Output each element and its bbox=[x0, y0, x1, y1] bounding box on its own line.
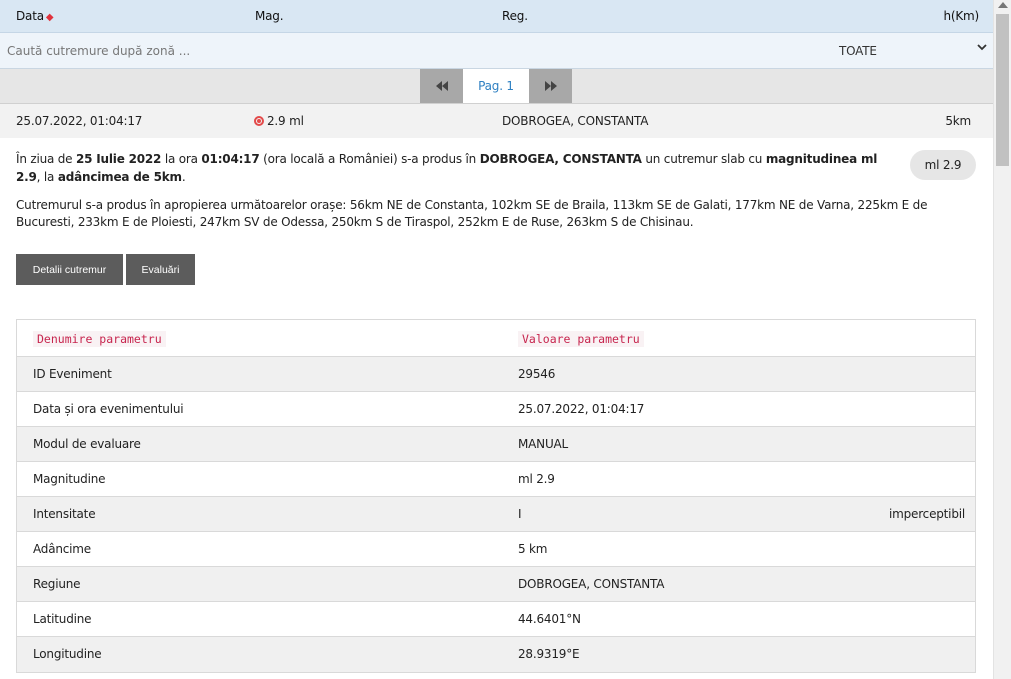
table-row: Regiune DOBROGEA, CONSTANTA bbox=[17, 567, 975, 602]
depth-column-label[interactable]: h(Km) bbox=[943, 9, 979, 23]
table-row: Latitudine 44.6401°N bbox=[17, 602, 975, 637]
table-header: Denumire parametru Valoare parametru bbox=[17, 320, 975, 357]
table-row: Intensitate I imperceptibil bbox=[17, 497, 975, 532]
event-depth: 5km bbox=[945, 114, 971, 128]
event-date: 25.07.2022, 01:04:17 bbox=[16, 114, 143, 128]
current-page-label: Pag. 1 bbox=[463, 69, 529, 103]
table-row: Modul de evaluare MANUAL bbox=[17, 427, 975, 462]
parameters-table: Denumire parametru Valoare parametru ID … bbox=[16, 319, 976, 673]
param-name: Magnitudine bbox=[33, 472, 106, 486]
param-name: ID Eveniment bbox=[33, 367, 112, 381]
zone-filter-value: TOATE bbox=[839, 44, 877, 58]
event-details: În ziua de 25 Iulie 2022 la ora 01:04:17… bbox=[16, 150, 976, 285]
event-summary: În ziua de 25 Iulie 2022 la ora 01:04:17… bbox=[16, 150, 901, 186]
pagination: Pag. 1 bbox=[420, 69, 572, 103]
date-column-label: Data bbox=[16, 9, 44, 23]
param-value: DOBROGEA, CONSTANTA bbox=[518, 577, 665, 591]
param-value: ml 2.9 bbox=[518, 472, 555, 486]
scroll-up-arrow-icon[interactable] bbox=[998, 2, 1008, 8]
param-name: Intensitate bbox=[33, 507, 96, 521]
prev-page-button[interactable] bbox=[420, 69, 463, 103]
param-value: MANUAL bbox=[518, 437, 569, 451]
param-value: 5 km bbox=[518, 542, 548, 556]
param-name: Modul de evaluare bbox=[33, 437, 141, 451]
summary-depth: adâncimea de 5km bbox=[57, 170, 182, 184]
search-bar: TOATE bbox=[0, 33, 993, 69]
double-right-arrow-icon bbox=[544, 81, 557, 91]
zone-search-input[interactable] bbox=[0, 33, 700, 68]
param-value: 44.6401°N bbox=[518, 612, 581, 626]
summary-region: DOBROGEA, CONSTANTA bbox=[479, 152, 642, 166]
magnitude-column-label[interactable]: Mag. bbox=[255, 9, 284, 23]
param-name: Data și ora evenimentului bbox=[33, 402, 184, 416]
event-row[interactable]: 25.07.2022, 01:04:17 2.9 ml DOBROGEA, CO… bbox=[0, 104, 993, 138]
param-value: 25.07.2022, 01:04:17 bbox=[518, 402, 645, 416]
list-header: Data ◆ Mag. Reg. h(Km) bbox=[0, 0, 993, 33]
table-row: Magnitudine ml 2.9 bbox=[17, 462, 975, 497]
pagination-row: Pag. 1 bbox=[0, 69, 993, 104]
sort-by-date-header[interactable]: Data ◆ bbox=[16, 9, 54, 23]
summary-text: la ora bbox=[161, 152, 202, 166]
param-value: 28.9319°E bbox=[518, 647, 580, 661]
summary-text: , la bbox=[36, 170, 58, 184]
summary-text: În ziua de bbox=[16, 152, 76, 166]
summary-date: 25 Iulie 2022 bbox=[75, 152, 162, 166]
magnitude-badge: ml 2.9 bbox=[910, 150, 976, 180]
detail-buttons: Detalii cutremur Evaluări bbox=[16, 254, 195, 285]
param-name: Adâncime bbox=[33, 542, 91, 556]
table-row: ID Eveniment 29546 bbox=[17, 357, 975, 392]
table-row: Data și ora evenimentului 25.07.2022, 01… bbox=[17, 392, 975, 427]
summary-text: . bbox=[181, 170, 186, 184]
event-magnitude: 2.9 ml bbox=[254, 114, 304, 128]
seismic-target-icon bbox=[254, 116, 264, 126]
summary-text: un cutremur slab cu bbox=[641, 152, 766, 166]
param-name: Regiune bbox=[33, 577, 81, 591]
double-left-arrow-icon bbox=[435, 81, 448, 91]
evaluations-button[interactable]: Evaluări bbox=[126, 254, 195, 285]
sort-arrows-icon[interactable]: ◆ bbox=[46, 12, 54, 23]
intensity-description: imperceptibil bbox=[888, 507, 965, 521]
param-name: Latitudine bbox=[33, 612, 92, 626]
earthquake-list-panel: Data◆ Mag. Reg. h(Km) TOATE Pag. 1 25.07… bbox=[0, 0, 993, 679]
param-name: Longitudine bbox=[33, 647, 102, 661]
earthquake-details-button[interactable]: Detalii cutremur bbox=[16, 254, 123, 285]
summary-time: 01:04:17 bbox=[201, 152, 260, 166]
next-page-button[interactable] bbox=[529, 69, 572, 103]
event-magnitude-value: 2.9 ml bbox=[267, 114, 304, 128]
table-row: Adâncime 5 km bbox=[17, 532, 975, 567]
chevron-down-icon bbox=[977, 41, 987, 56]
vertical-scrollbar[interactable] bbox=[993, 0, 1011, 679]
summary-text: (ora locală a României) s-a produs în bbox=[259, 152, 480, 166]
table-row: Longitudine 28.9319°E bbox=[17, 637, 975, 672]
param-value: 29546 bbox=[518, 367, 556, 381]
nearby-cities-text: Cutremurul s-a produs în apropierea urmă… bbox=[16, 198, 928, 229]
param-value: I bbox=[518, 507, 522, 521]
scrollbar-thumb[interactable] bbox=[996, 14, 1009, 166]
event-region: DOBROGEA, CONSTANTA bbox=[502, 114, 649, 128]
zone-filter-select[interactable]: TOATE bbox=[720, 33, 993, 68]
param-value-header: Valoare parametru bbox=[518, 331, 644, 347]
region-column-label[interactable]: Reg. bbox=[502, 9, 528, 23]
param-name-header: Denumire parametru bbox=[33, 331, 166, 347]
